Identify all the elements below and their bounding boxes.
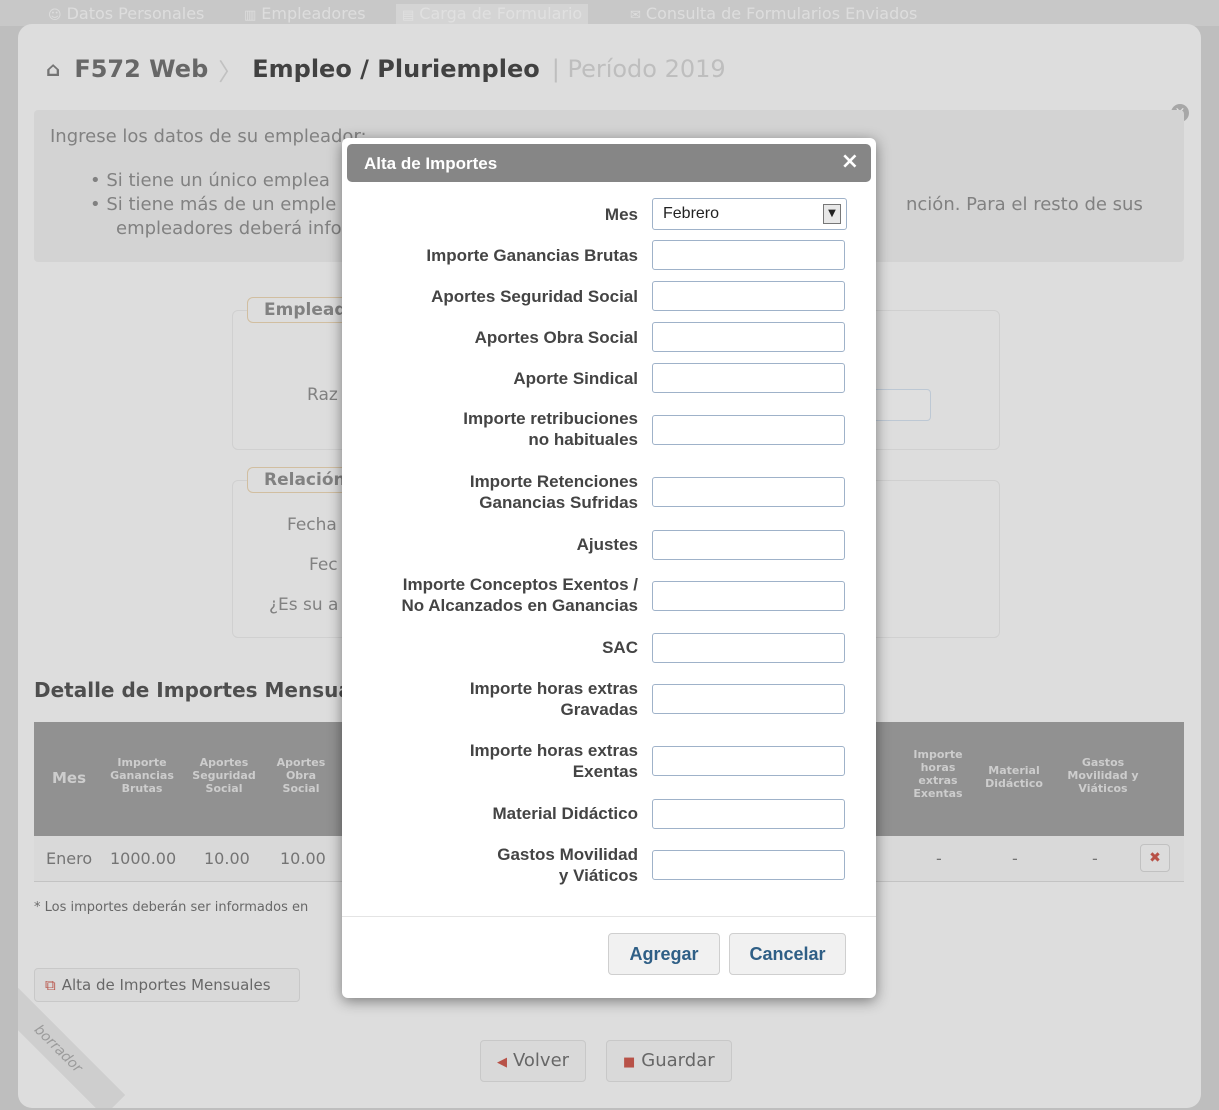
row-ajustes: Ajustes <box>342 530 876 562</box>
label-line-2: no habituales <box>528 430 638 449</box>
row-obra-social: Aportes Obra Social <box>342 322 876 354</box>
retribuciones-label: Importe retribuciones no habituales <box>463 408 638 450</box>
row-seguridad-social: Aportes Seguridad Social <box>342 281 876 313</box>
row-material-didactico: Material Didáctico <box>342 798 876 830</box>
ajustes-label: Ajustes <box>576 535 638 554</box>
cancelar-button[interactable]: Cancelar <box>729 933 846 975</box>
label-line-2: Exentas <box>572 762 638 781</box>
row-retenciones: Importe Retenciones Ganancias Sufridas <box>342 471 876 515</box>
aporte-sindical-label: Aporte Sindical <box>513 369 638 388</box>
row-horas-exentas: Importe horas extras Exentas <box>342 740 876 784</box>
obra-social-input[interactable] <box>652 322 845 352</box>
gastos-movilidad-input[interactable] <box>652 850 845 880</box>
label-line-1: Importe horas extras <box>469 741 638 760</box>
modal-footer-divider <box>342 916 876 917</box>
ganancias-brutas-label: Importe Ganancias Brutas <box>426 246 638 265</box>
conceptos-exentos-label: Importe Conceptos Exentos / No Alcanzados… <box>402 574 639 616</box>
alta-importes-modal: Alta de Importes × Mes Febrero ▼ Importe… <box>342 138 876 998</box>
modal-title: Alta de Importes <box>364 154 498 173</box>
horas-exentas-input[interactable] <box>652 746 845 776</box>
row-retribuciones: Importe retribuciones no habituales <box>342 408 876 452</box>
seguridad-social-input[interactable] <box>652 281 845 311</box>
label-line-1: Importe horas extras <box>469 679 638 698</box>
label-line-1: Importe retribuciones <box>463 409 638 428</box>
chevron-down-icon[interactable]: ▼ <box>823 204 841 224</box>
obra-social-label: Aportes Obra Social <box>474 328 638 347</box>
agregar-button[interactable]: Agregar <box>608 933 720 975</box>
retenciones-input[interactable] <box>652 477 845 507</box>
row-sac: SAC <box>342 632 876 664</box>
material-didactico-label: Material Didáctico <box>492 804 639 823</box>
label-line-2: Ganancias Sufridas <box>479 493 638 512</box>
row-conceptos-exentos: Importe Conceptos Exentos / No Alcanzados… <box>342 574 876 618</box>
label-line-1: Gastos Movilidad <box>497 845 638 864</box>
label-line-1: Importe Retenciones <box>469 472 638 491</box>
close-icon[interactable]: × <box>841 149 859 174</box>
mes-label: Mes <box>604 205 638 224</box>
sac-input[interactable] <box>652 633 845 663</box>
conceptos-exentos-input[interactable] <box>652 581 845 611</box>
label-line-2: No Alcanzados en Ganancias <box>401 596 639 615</box>
horas-gravadas-input[interactable] <box>652 684 845 714</box>
row-aporte-sindical: Aporte Sindical <box>342 363 876 395</box>
row-gastos-movilidad: Gastos Movilidad y Viáticos <box>342 844 876 888</box>
gastos-movilidad-label: Gastos Movilidad y Viáticos <box>497 844 638 886</box>
horas-exentas-label: Importe horas extras Exentas <box>470 740 638 782</box>
label-line-1: Importe Conceptos Exentos / <box>402 575 638 594</box>
label-line-2: y Viáticos <box>558 866 638 885</box>
mes-select[interactable]: Febrero ▼ <box>652 198 847 230</box>
row-ganancias-brutas: Importe Ganancias Brutas <box>342 240 876 272</box>
material-didactico-input[interactable] <box>652 799 845 829</box>
mes-value: Febrero <box>663 205 720 222</box>
label-line-2: Gravadas <box>560 700 639 719</box>
retenciones-label: Importe Retenciones Ganancias Sufridas <box>470 471 638 513</box>
ganancias-brutas-input[interactable] <box>652 240 845 270</box>
row-horas-gravadas: Importe horas extras Gravadas <box>342 678 876 722</box>
aporte-sindical-input[interactable] <box>652 363 845 393</box>
modal-header: Alta de Importes × <box>347 144 871 182</box>
retribuciones-input[interactable] <box>652 415 845 445</box>
sac-label: SAC <box>602 638 638 657</box>
seguridad-social-label: Aportes Seguridad Social <box>431 287 638 306</box>
horas-gravadas-label: Importe horas extras Gravadas <box>470 678 638 720</box>
ajustes-input[interactable] <box>652 530 845 560</box>
